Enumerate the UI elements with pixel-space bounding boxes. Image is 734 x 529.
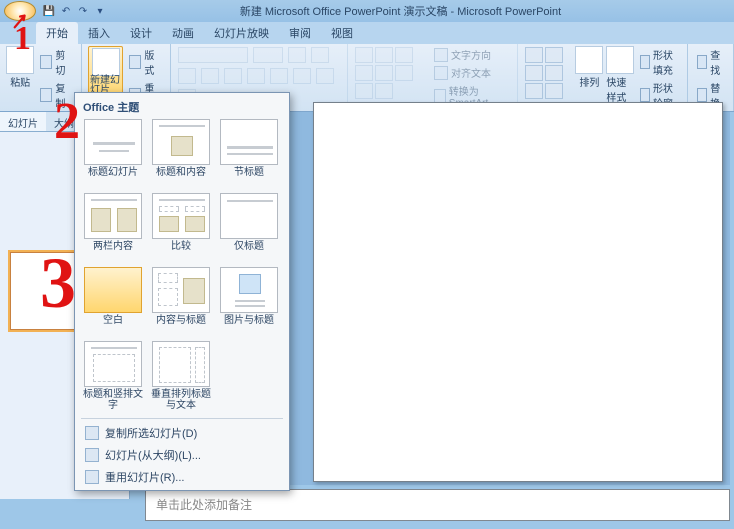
paste-button[interactable]: 粘贴 — [6, 46, 34, 89]
align-text-button[interactable]: 对齐文本 — [431, 64, 511, 81]
group-clipboard: 粘贴 剪切 复制 格式刷 剪贴板 — [0, 44, 82, 111]
shape-more-icon[interactable] — [545, 83, 563, 99]
group-paragraph: 文字方向 对齐文本 转换为 SmartArt 段落 — [348, 44, 518, 111]
new-slide-button[interactable]: 新建幻灯片 — [88, 46, 123, 98]
layout-title-vertical-text[interactable]: 标题和竖排文字 — [79, 341, 147, 411]
menu-reuse-slides[interactable]: 重用幻灯片(R)... — [79, 466, 285, 488]
gallery-separator — [81, 418, 283, 419]
arrange-icon — [575, 46, 603, 74]
shape-line-icon[interactable] — [525, 47, 543, 63]
layout-vertical-title-text[interactable]: 垂直排列标题与文本 — [147, 341, 215, 411]
copy-icon — [40, 88, 52, 102]
new-slide-icon — [92, 48, 120, 76]
shrink-font-icon[interactable] — [311, 47, 329, 63]
layout-button[interactable]: 版式 — [126, 46, 164, 78]
layout-blank[interactable]: 空白 — [79, 267, 147, 337]
layout-section-header[interactable]: 节标题 — [215, 119, 283, 189]
layout-title-content[interactable]: 标题和内容 — [147, 119, 215, 189]
cut-icon — [40, 55, 52, 69]
tab-insert[interactable]: 插入 — [78, 22, 120, 44]
gallery-grid: 标题幻灯片 标题和内容 节标题 两栏内容 比较 仅标题 空白 内容与标题 — [79, 119, 285, 415]
shape-fill-button[interactable]: 形状填充 — [637, 46, 681, 78]
save-icon[interactable]: 💾 — [42, 4, 56, 18]
gallery-title: Office 主题 — [79, 97, 285, 119]
layout-two-content[interactable]: 两栏内容 — [79, 193, 147, 263]
text-direction-button[interactable]: 文字方向 — [431, 46, 511, 63]
shape-fill-icon — [640, 55, 650, 69]
qat-dropdown-icon[interactable]: ▾ — [93, 4, 107, 18]
cut-button[interactable]: 剪切 — [37, 46, 75, 78]
spacing-icon[interactable] — [293, 68, 311, 84]
italic-icon[interactable] — [201, 68, 219, 84]
shape-arrow-icon[interactable] — [525, 65, 543, 81]
layout-picture-caption[interactable]: 图片与标题 — [215, 267, 283, 337]
layout-title-slide[interactable]: 标题幻灯片 — [79, 119, 147, 189]
replace-icon — [697, 88, 707, 102]
slide-editor[interactable] — [313, 102, 723, 482]
menu-slides-from-outline[interactable]: 幻灯片(从大纲)(L)... — [79, 444, 285, 466]
quick-styles-button[interactable]: 快速样式 — [606, 46, 634, 104]
outline-icon — [85, 448, 99, 462]
quick-access-toolbar: 💾 ↶ ↷ ▾ — [42, 4, 107, 18]
smartart-icon — [434, 89, 446, 103]
shape-outline-icon — [640, 88, 650, 102]
columns-icon[interactable] — [375, 83, 393, 99]
tab-slideshow[interactable]: 幻灯片放映 — [204, 22, 279, 44]
tab-home[interactable]: 开始 — [36, 22, 78, 44]
grow-font-icon[interactable] — [288, 47, 306, 63]
tab-slides-thumbnails[interactable]: 幻灯片 — [0, 112, 46, 131]
align-right-icon[interactable] — [355, 83, 373, 99]
find-button[interactable]: 查找 — [694, 46, 727, 78]
text-direction-icon — [434, 48, 448, 62]
tab-animations[interactable]: 动画 — [162, 22, 204, 44]
indent-inc-icon[interactable] — [355, 65, 373, 81]
reuse-icon — [85, 470, 99, 484]
case-icon[interactable] — [316, 68, 334, 84]
numbering-icon[interactable] — [375, 47, 393, 63]
bold-icon[interactable] — [178, 68, 196, 84]
align-text-icon — [434, 66, 448, 80]
align-left-icon[interactable] — [375, 65, 393, 81]
title-bar: 💾 ↶ ↷ ▾ 新建 Microsoft Office PowerPoint 演… — [0, 0, 734, 22]
layout-comparison[interactable]: 比较 — [147, 193, 215, 263]
arrange-button[interactable]: 排列 — [575, 46, 603, 89]
underline-icon[interactable] — [224, 68, 242, 84]
tab-view[interactable]: 视图 — [321, 22, 363, 44]
align-center-icon[interactable] — [395, 65, 413, 81]
notes-pane[interactable]: 单击此处添加备注 — [145, 489, 730, 521]
layout-content-caption[interactable]: 内容与标题 — [147, 267, 215, 337]
paste-label: 粘贴 — [10, 74, 30, 89]
shape-brace-icon[interactable] — [525, 83, 543, 99]
font-family-box[interactable] — [178, 47, 248, 63]
shadow-icon[interactable] — [270, 68, 288, 84]
group-drawing: 排列 快速样式 形状填充 形状轮廓 形状效果 绘图 — [518, 44, 688, 111]
font-size-box[interactable] — [253, 47, 283, 63]
group-editing: 查找 替换 选择 编辑 — [688, 44, 734, 111]
layout-title-only[interactable]: 仅标题 — [215, 193, 283, 263]
quick-styles-icon — [606, 46, 634, 74]
tab-review[interactable]: 审阅 — [279, 22, 321, 44]
shape-oval-icon[interactable] — [545, 65, 563, 81]
strike-icon[interactable] — [247, 68, 265, 84]
window-title: 新建 Microsoft Office PowerPoint 演示文稿 - Mi… — [107, 3, 734, 19]
menu-duplicate-slides[interactable]: 复制所选幻灯片(D) — [79, 422, 285, 444]
layout-icon — [129, 55, 141, 69]
office-button[interactable] — [4, 1, 36, 21]
redo-icon[interactable]: ↷ — [76, 4, 90, 18]
shape-rect-icon[interactable] — [545, 47, 563, 63]
tab-design[interactable]: 设计 — [120, 22, 162, 44]
copy-button[interactable]: 复制 — [37, 79, 75, 111]
bullets-icon[interactable] — [355, 47, 373, 63]
indent-dec-icon[interactable] — [395, 47, 413, 63]
ribbon-tabstrip: 开始 插入 设计 动画 幻灯片放映 审阅 视图 — [0, 22, 734, 44]
find-icon — [697, 55, 707, 69]
new-slide-gallery: Office 主题 标题幻灯片 标题和内容 节标题 两栏内容 比较 仅标题 空白 — [74, 92, 290, 491]
duplicate-icon — [85, 426, 99, 440]
paste-icon — [6, 46, 34, 74]
undo-icon[interactable]: ↶ — [59, 4, 73, 18]
